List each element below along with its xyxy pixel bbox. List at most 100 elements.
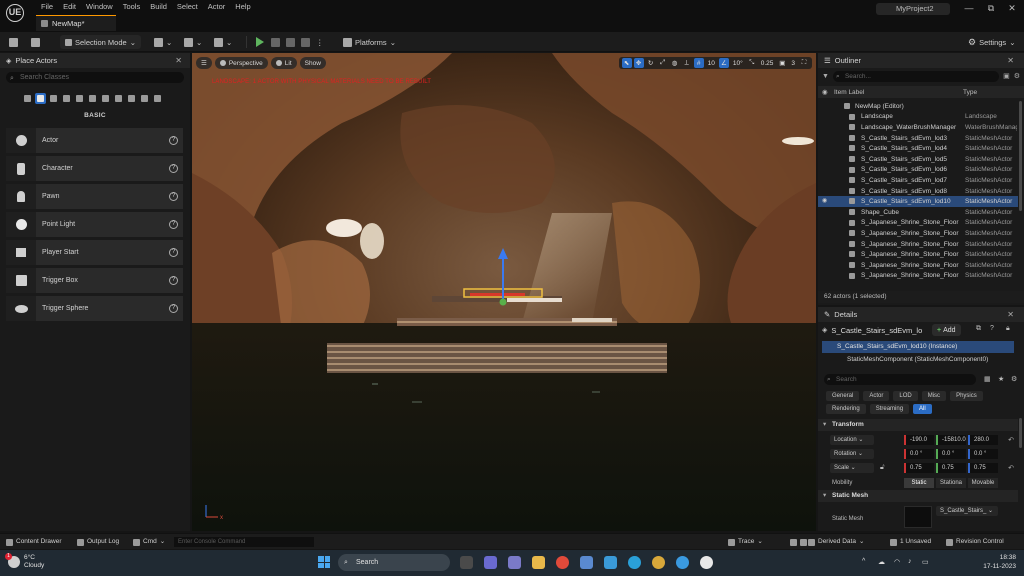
chat-icon[interactable] — [508, 556, 521, 569]
location-y-field[interactable]: -15810.0 — [936, 434, 966, 445]
outliner-row[interactable]: S_Japanese_Shrine_Stone_Floor StaticMeshA… — [818, 228, 1018, 239]
tab-all[interactable]: All — [913, 404, 932, 414]
outliner-row[interactable]: S_Castle_Stairs_sdEvm_lod7 StaticMeshActo… — [818, 175, 1018, 186]
help-icon[interactable]: ? — [169, 164, 178, 173]
help-icon[interactable]: ? — [169, 304, 178, 313]
all-classes-icon[interactable] — [113, 93, 124, 104]
outliner-row[interactable]: Shape_Cube StaticMeshActor — [818, 207, 1018, 218]
volumes-icon[interactable] — [100, 93, 111, 104]
static-mesh-component-row[interactable]: StaticMeshComponent (StaticMeshComponent… — [822, 354, 1014, 365]
close-icon[interactable]: ✕ — [175, 56, 182, 65]
help-icon[interactable]: ? — [169, 248, 178, 257]
grid-view-icon[interactable]: ▦ — [984, 375, 991, 383]
actor-item-point-light[interactable]: Point Light ? — [6, 212, 183, 237]
static-mesh-dropdown[interactable]: S_Castle_Stairs_ ⌄ — [936, 506, 998, 516]
tab-misc[interactable]: Misc — [921, 391, 947, 401]
basic-shapes-icon[interactable] — [35, 93, 46, 104]
close-icon[interactable]: ✕ — [1007, 56, 1014, 65]
grid-snap-value[interactable]: 10 — [706, 60, 717, 67]
platforms-button[interactable]: Platforms ⌄ — [343, 35, 396, 49]
rotation-snap-icon[interactable]: ∠ — [718, 58, 729, 68]
outliner-root[interactable]: NewMap (Editor) — [818, 101, 1018, 112]
component-instance-row[interactable]: S_Castle_Stairs_sdEvm_lod10 (Instance) — [822, 341, 1014, 353]
rotation-z-field[interactable]: 0.0 ° — [968, 448, 998, 459]
reset-icon[interactable]: ↶ — [1008, 436, 1014, 444]
add-folder-icon[interactable]: ▣ — [1003, 72, 1010, 80]
file-explorer-icon[interactable] — [532, 556, 545, 569]
menu-edit[interactable]: Edit — [58, 1, 81, 13]
outliner-row[interactable]: S_Japanese_Shrine_Stone_Floor StaticMeshA… — [818, 218, 1018, 229]
surface-snap-icon[interactable]: ⟂ — [682, 58, 692, 68]
blueprint-icon[interactable]: ⧉ — [976, 325, 981, 333]
battery-icon[interactable]: ▭ — [922, 558, 929, 566]
settings-icon[interactable]: ⚙ — [1011, 375, 1017, 383]
filter-icon[interactable]: ▼ — [822, 73, 829, 80]
record-buttons[interactable] — [790, 537, 807, 547]
lock-icon[interactable]: 🔓︎ — [880, 464, 885, 472]
location-z-field[interactable]: 280.0 — [968, 434, 998, 445]
actor-item-trigger-box[interactable]: Trigger Box ? — [6, 268, 183, 293]
windows-start-icon[interactable] — [318, 556, 330, 568]
static-mesh-thumbnail[interactable] — [904, 506, 932, 528]
unsaved-button[interactable]: 1 Unsaved — [890, 537, 931, 547]
onedrive-icon[interactable]: ☁ — [878, 558, 885, 566]
teams-icon[interactable] — [484, 556, 497, 569]
more-classes-icon[interactable] — [152, 93, 163, 104]
unreal-engine-icon[interactable] — [700, 556, 713, 569]
camera-speed-icon[interactable]: ▣ — [777, 58, 787, 68]
scale-tool-icon[interactable]: ⤢ — [658, 58, 668, 68]
show-button[interactable]: Show — [299, 57, 326, 69]
details-scrollbar[interactable] — [1019, 418, 1022, 448]
rotate-tool-icon[interactable]: ↻ — [646, 58, 656, 68]
derived-data-button[interactable]: Derived Data ⌄ — [808, 537, 864, 547]
add-component-button[interactable]: + Add — [932, 324, 961, 336]
details-search-input[interactable]: ⌕ Search — [824, 374, 976, 385]
menu-file[interactable]: File — [36, 1, 58, 13]
tab-actor[interactable]: Actor — [863, 391, 890, 401]
visibility-icon[interactable]: ◉ — [822, 88, 828, 96]
menu-select[interactable]: Select — [172, 1, 203, 13]
revision-control-button[interactable]: Revision Control — [946, 537, 1004, 547]
grid-snap-icon[interactable]: # — [693, 58, 704, 68]
outliner-row[interactable]: Landscape Landscape — [818, 112, 1018, 123]
help-icon[interactable]: ? — [169, 136, 178, 145]
taskbar-search[interactable]: ⌕ Search — [338, 554, 450, 571]
outliner-row[interactable]: S_Japanese_Shrine_Stone_Floor StaticMeshA… — [818, 249, 1018, 260]
outliner-scrollbar[interactable] — [1019, 101, 1022, 211]
help-icon[interactable]: ? — [990, 325, 994, 332]
eject-button[interactable] — [301, 35, 310, 49]
scale-snap-icon[interactable]: ⤡ — [747, 58, 757, 68]
mobility-movable-button[interactable]: Movable — [968, 477, 998, 488]
menu-tools[interactable]: Tools — [118, 1, 146, 13]
chrome-icon[interactable] — [556, 556, 569, 569]
translate-tool-icon[interactable]: ✥ — [633, 58, 644, 68]
content-drawer-button[interactable]: Content Drawer — [6, 537, 62, 547]
content-browser-button[interactable] — [31, 35, 40, 49]
item-label-column[interactable]: Item Label — [834, 89, 864, 96]
rotation-y-field[interactable]: 0.0 ° — [936, 448, 966, 459]
actor-item-player-start[interactable]: Player Start ? — [6, 240, 183, 265]
scale-snap-value[interactable]: 0.25 — [759, 60, 776, 67]
camera-speed-value[interactable]: 3 — [789, 60, 797, 67]
tab-general[interactable]: General — [826, 391, 860, 401]
store-icon[interactable] — [580, 556, 593, 569]
output-log-button[interactable]: Output Log — [77, 537, 119, 547]
mobility-static-button[interactable]: Static — [904, 477, 934, 488]
outliner-row[interactable]: S_Japanese_Shrine_Stone_Floor StaticMeshA… — [818, 271, 1018, 282]
restore-button[interactable]: ⧉ — [984, 3, 998, 14]
task-view-icon[interactable] — [460, 556, 473, 569]
close-icon[interactable]: ✕ — [1007, 310, 1014, 319]
tab-rendering[interactable]: Rendering — [826, 404, 866, 414]
scale-y-field[interactable]: 0.75 — [936, 462, 966, 473]
wifi-icon[interactable]: ◠ — [894, 558, 900, 566]
menu-help[interactable]: Help — [230, 1, 255, 13]
level-tab[interactable]: NewMap* — [36, 15, 116, 31]
cmd-dropdown[interactable]: Cmd ⌄ — [133, 537, 165, 547]
cinematics-button[interactable]: ⌄ — [214, 35, 232, 49]
outliner-row[interactable]: S_Castle_Stairs_sdEvm_lod3 StaticMeshActo… — [818, 133, 1018, 144]
scene-render[interactable] — [192, 53, 816, 531]
geometry-icon[interactable] — [87, 93, 98, 104]
outliner-row[interactable]: ◉ S_Castle_Stairs_sdEvm_lod10 StaticMeshAc… — [818, 196, 1018, 207]
menu-actor[interactable]: Actor — [203, 1, 231, 13]
actor-name-field[interactable]: S_Castle_Stairs_sdEvm_lo — [831, 326, 922, 335]
